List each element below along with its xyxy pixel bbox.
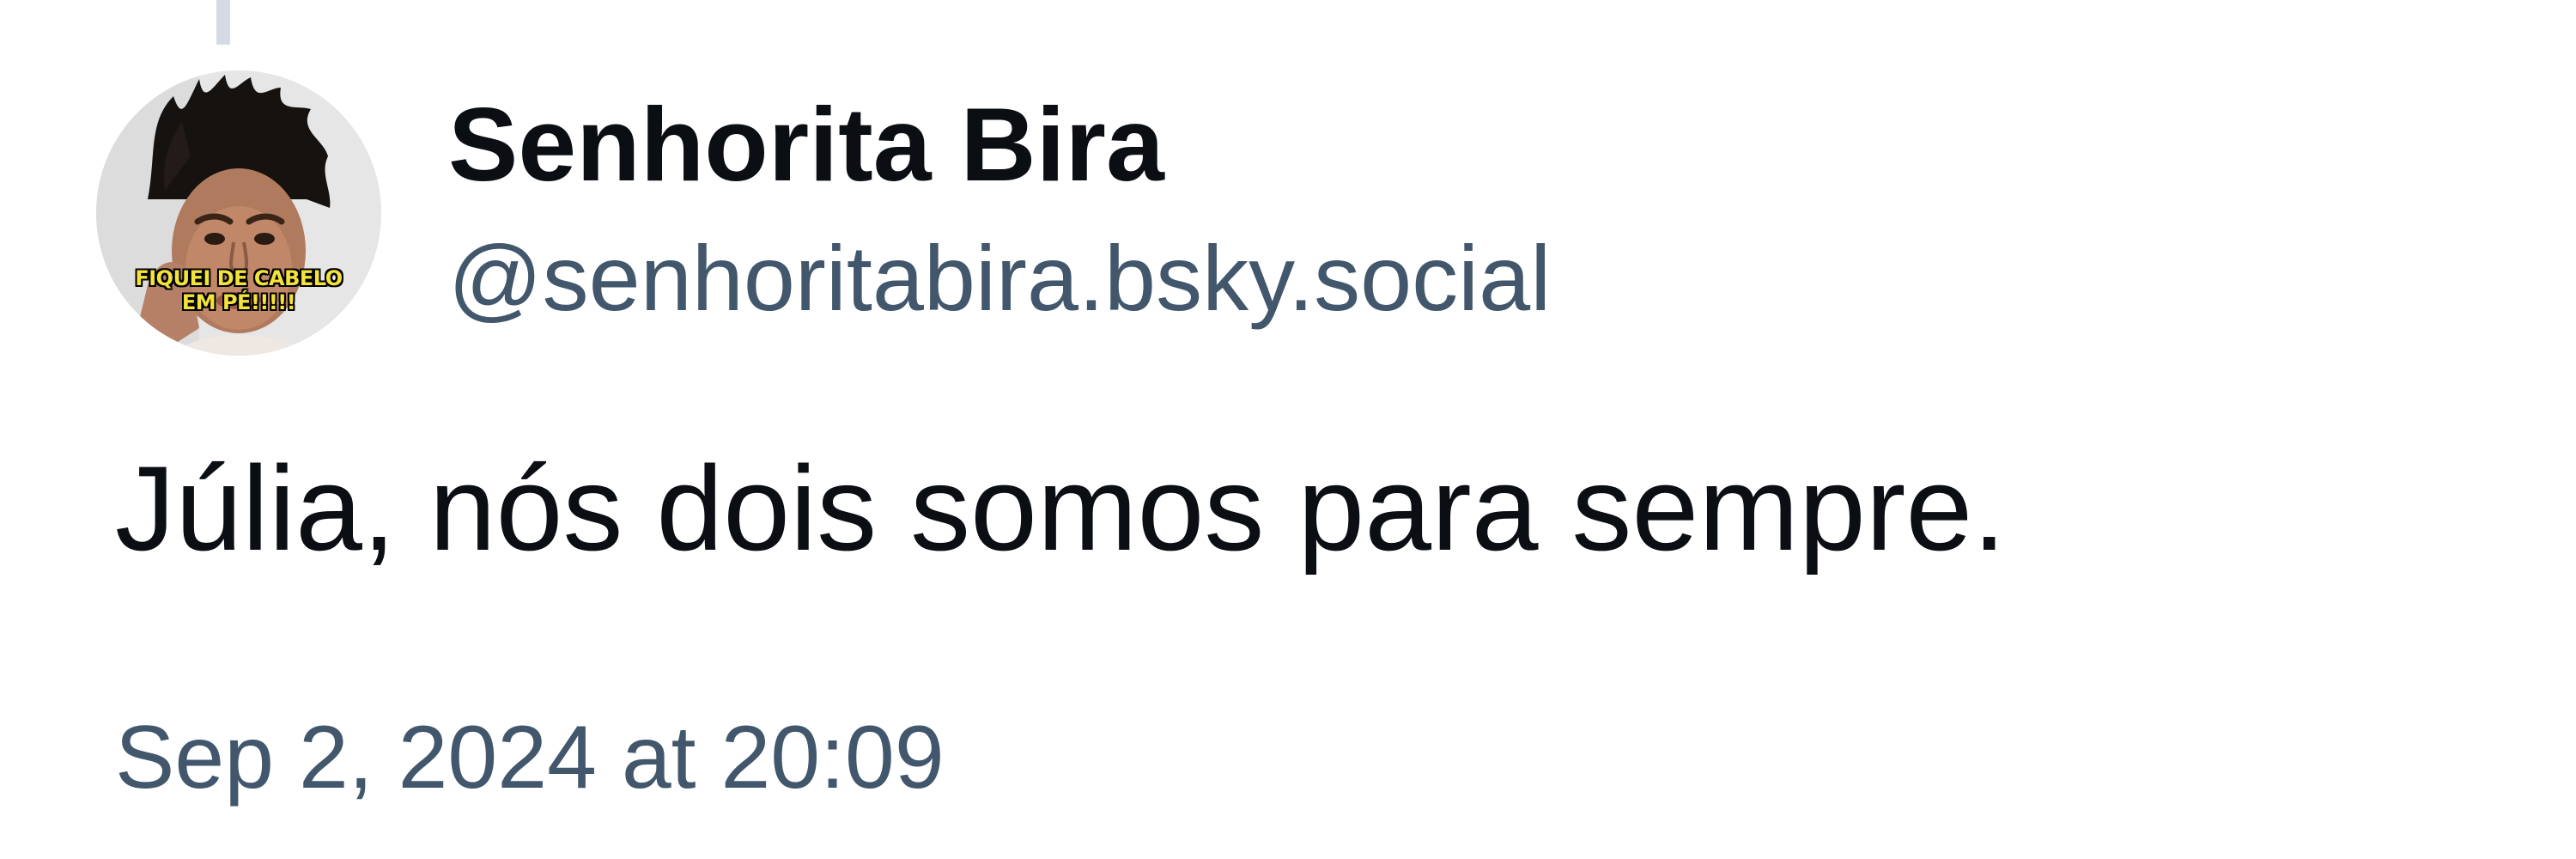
avatar-caption-line-2: EM PÉ!!!!!: [181, 290, 296, 314]
author-display-name[interactable]: Senhorita Bira: [448, 84, 1164, 204]
avatar-caption: FIQUEI DE CABELO EM PÉ!!!!!: [96, 266, 381, 314]
thread-connector-line: [216, 0, 230, 45]
post-text: Júlia, nós dois somos para sempre.: [115, 441, 2007, 576]
post-timestamp[interactable]: Sep 2, 2024 at 20:09: [115, 706, 945, 809]
author-handle[interactable]: @senhoritabira.bsky.social: [448, 225, 1551, 332]
author-avatar[interactable]: FIQUEI DE CABELO EM PÉ!!!!!: [96, 70, 381, 356]
avatar-caption-line-1: FIQUEI DE CABELO: [135, 266, 343, 290]
